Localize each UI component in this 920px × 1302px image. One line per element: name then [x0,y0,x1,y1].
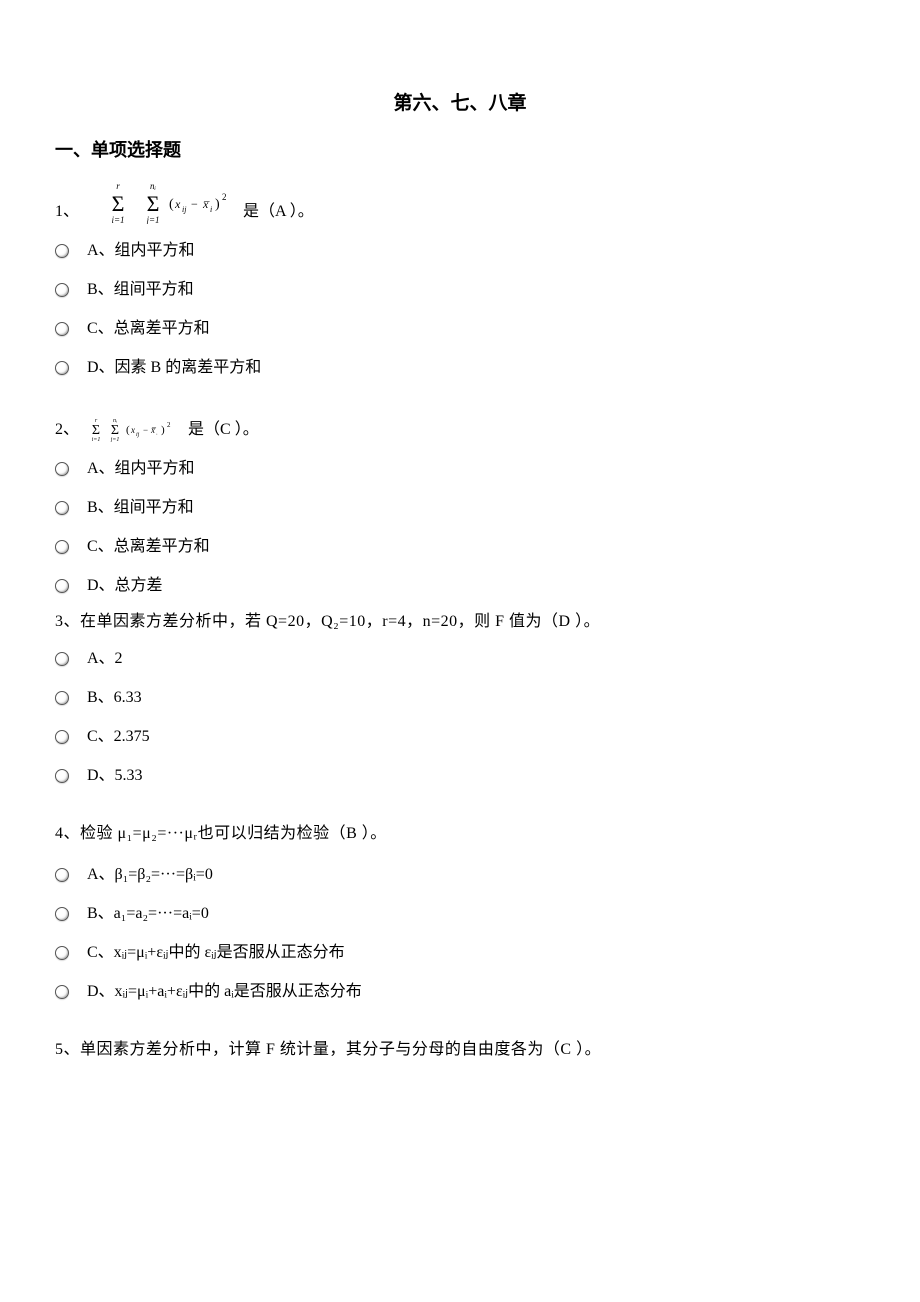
svg-text:Σ: Σ [147,191,160,216]
svg-text:Σ: Σ [111,423,119,438]
svg-text:(: ( [169,197,174,212]
question-1-stem: 1、 r Σ i=1 nᵢ Σ j=1 ( x ij − _ x i ) 2 是… [55,178,865,224]
radio-icon[interactable] [55,540,69,554]
question-1-trail: 是（A ）。 [243,200,314,224]
option-q2-d: D、总方差 [55,571,865,601]
option-q1-b: B、组间平方和 [55,275,865,305]
option-q3-b: B、6.33 [55,683,865,713]
question-2-stem: 2、 r Σ i=1 nᵢ Σ j=1 ( x ij − _ _ x · ) 2… [55,414,865,442]
option-label: A、组内平方和 [87,239,195,263]
option-label: A、β₁=β₂=···=βᵢ=0 [87,863,213,887]
svg-text:i=1: i=1 [92,437,101,442]
option-q4-d: D、xᵢⱼ=μᵢ+aᵢ+εᵢⱼ中的 aᵢ是否服从正态分布 [55,977,865,1007]
svg-text:−: − [143,425,148,435]
radio-icon[interactable] [55,946,69,960]
svg-text:j=1: j=1 [145,215,159,224]
option-q1-c: C、总离差平方和 [55,314,865,344]
svg-text:nᵢ: nᵢ [150,181,157,191]
option-label: B、a₁=a₂=···=aᵢ=0 [87,902,209,926]
question-2-trail: 是（C ）。 [188,418,259,442]
radio-icon[interactable] [55,462,69,476]
option-label: A、2 [87,647,123,671]
svg-text:−: − [191,197,198,211]
formula-2: r Σ i=1 nᵢ Σ j=1 ( x ij − _ _ x · ) 2 [83,414,188,442]
svg-text:Σ: Σ [92,423,100,438]
svg-text:x: x [174,197,181,211]
formula-1: r Σ i=1 nᵢ Σ j=1 ( x ij − _ x i ) 2 [83,178,243,224]
radio-icon[interactable] [55,730,69,744]
svg-text:j=1: j=1 [110,437,120,442]
page-title: 第六、七、八章 [55,90,865,119]
option-q4-b: B、a₁=a₂=···=aᵢ=0 [55,899,865,929]
option-q4-a: A、β₁=β₂=···=βᵢ=0 [55,860,865,890]
radio-icon[interactable] [55,907,69,921]
svg-text:): ) [161,424,165,436]
radio-icon[interactable] [55,244,69,258]
radio-icon[interactable] [55,579,69,593]
option-label: C、2.375 [87,725,150,749]
svg-text:r: r [116,181,120,191]
question-5-stem: 5、单因素方差分析中，计算 F 统计量，其分子与分母的自由度各为（C ）。 [55,1038,865,1062]
radio-icon[interactable] [55,985,69,999]
option-label: B、6.33 [87,686,142,710]
svg-text:ij: ij [182,205,187,214]
svg-text:i=1: i=1 [111,215,124,224]
radio-icon[interactable] [55,868,69,882]
option-label: D、因素 B 的离差平方和 [87,356,261,380]
svg-text:x: x [202,197,209,211]
option-q2-c: C、总离差平方和 [55,532,865,562]
option-q4-c: C、xᵢⱼ=μᵢ+εᵢⱼ中的 εᵢⱼ是否服从正态分布 [55,938,865,968]
svg-text:2: 2 [222,192,227,202]
option-label: C、总离差平方和 [87,317,210,341]
svg-text:i: i [210,205,212,214]
radio-icon[interactable] [55,322,69,336]
radio-icon[interactable] [55,652,69,666]
radio-icon[interactable] [55,361,69,375]
svg-text:Σ: Σ [112,191,125,216]
option-q3-d: D、5.33 [55,761,865,791]
option-q1-a: A、组内平方和 [55,236,865,266]
option-q1-d: D、因素 B 的离差平方和 [55,353,865,383]
option-label: C、xᵢⱼ=μᵢ+εᵢⱼ中的 εᵢⱼ是否服从正态分布 [87,941,345,965]
question-number-1: 1、 [55,200,79,224]
radio-icon[interactable] [55,501,69,515]
svg-text:): ) [215,197,220,212]
option-label: D、5.33 [87,764,143,788]
option-label: D、总方差 [87,574,163,598]
option-label: C、总离差平方和 [87,535,210,559]
svg-text:(: ( [126,424,130,436]
svg-text:x: x [150,425,155,435]
question-3-stem: 3、在单因素方差分析中，若 Q=20，Q₂=10，r=4，n=20，则 F 值为… [55,610,865,634]
option-q2-a: A、组内平方和 [55,454,865,484]
section-heading: 一、单项选择题 [55,137,865,164]
question-number-2: 2、 [55,418,79,442]
radio-icon[interactable] [55,769,69,783]
option-label: B、组间平方和 [87,496,194,520]
svg-text:·: · [156,432,158,438]
option-label: D、xᵢⱼ=μᵢ+aᵢ+εᵢⱼ中的 aᵢ是否服从正态分布 [87,980,362,1004]
svg-text:2: 2 [167,421,171,429]
option-label: B、组间平方和 [87,278,194,302]
option-q2-b: B、组间平方和 [55,493,865,523]
option-q3-a: A、2 [55,644,865,674]
option-label: A、组内平方和 [87,457,195,481]
svg-text:x: x [130,425,135,435]
radio-icon[interactable] [55,283,69,297]
question-4-stem: 4、检验 μ₁=μ₂=···μᵣ也可以归结为检验（B ）。 [55,822,865,846]
svg-text:ij: ij [136,432,140,438]
radio-icon[interactable] [55,691,69,705]
option-q3-c: C、2.375 [55,722,865,752]
